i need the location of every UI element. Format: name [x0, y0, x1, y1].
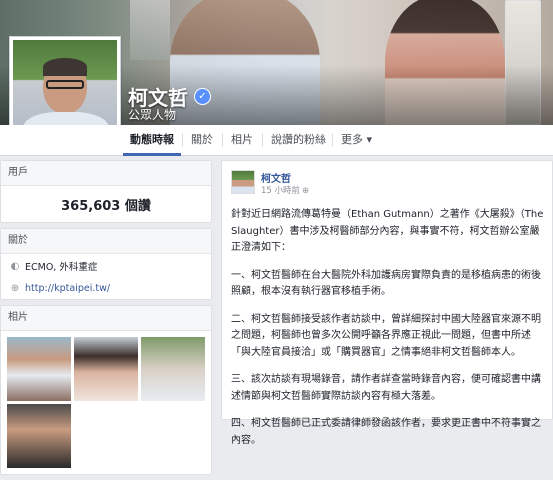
- photos-card-header[interactable]: 相片: [1, 306, 211, 331]
- post-timestamp[interactable]: 15 小時前 ⊕: [261, 184, 309, 196]
- about-card: 關於 ◐ ECMO, 外科重症 ⊕ http://kptaipei.tw/: [0, 228, 212, 300]
- about-row-website: ⊕ http://kptaipei.tw/: [1, 278, 211, 299]
- photo-thumbnail[interactable]: [141, 337, 205, 401]
- likes-count[interactable]: 365,603 個讚: [1, 186, 211, 222]
- tab-photos[interactable]: 相片: [224, 125, 260, 155]
- page-category: 公眾人物: [128, 108, 177, 122]
- post-paragraph: 四、柯文哲醫師已正式委請律師發函該作者，要求更正書中不符事實之內容。: [231, 418, 541, 446]
- tab-likes[interactable]: 說讚的粉絲: [264, 125, 333, 155]
- photo-thumbnail[interactable]: [74, 337, 138, 401]
- post-paragraph: 三、該次訪談有現場錄音，請作者詳查當時錄音內容，便可確認書中講述情節與柯文哲醫師…: [231, 374, 541, 402]
- info-icon: ◐: [10, 260, 20, 272]
- tab-about[interactable]: 關於: [184, 125, 220, 155]
- photo-thumbnail[interactable]: [7, 337, 71, 401]
- tab-more[interactable]: 更多 ▾: [334, 125, 379, 155]
- avatar-hair: [43, 58, 87, 76]
- likes-card-header[interactable]: 用戶: [1, 161, 211, 186]
- post-time-text[interactable]: 15 小時前: [261, 186, 300, 196]
- about-ecmo-text: ECMO, 外科重症: [25, 262, 98, 273]
- tab-divider: [222, 133, 223, 147]
- cover-banner: [130, 0, 170, 60]
- post-paragraph: 一、柯文哲醫師在台大醫院外科加護病房實際負責的是移植病患的術後照顧，根本沒有執行…: [231, 269, 541, 298]
- tab-timeline[interactable]: 動態時報: [123, 125, 181, 156]
- avatar-glasses: [46, 80, 84, 89]
- post-body: 針對近日網路流傳葛特曼（Ethan Gutmann）之著作《大屠殺》（The S…: [231, 207, 549, 460]
- verified-badge-icon: ✓: [194, 88, 211, 105]
- tab-divider: [262, 133, 263, 147]
- photo-grid: [1, 331, 211, 474]
- post-author-name[interactable]: 柯文哲: [261, 170, 291, 185]
- page-tab-bar: 動態時報 關於 相片 說讚的粉絲 更多 ▾: [0, 125, 553, 156]
- about-row-ecmo: ◐ ECMO, 外科重症: [1, 254, 211, 278]
- tab-divider: [182, 133, 183, 147]
- left-column: 用戶 365,603 個讚 關於 ◐ ECMO, 外科重症 ⊕ http://k…: [0, 160, 212, 480]
- audience-globe-icon: ⊕: [302, 186, 310, 196]
- post-paragraph: 針對近日網路流傳葛特曼（Ethan Gutmann）之著作《大屠殺》（The S…: [231, 209, 544, 253]
- likes-card: 用戶 365,603 個讚: [0, 160, 212, 223]
- about-card-header[interactable]: 關於: [1, 229, 211, 254]
- photo-thumbnail[interactable]: [7, 404, 71, 468]
- photos-card: 相片: [0, 305, 212, 475]
- website-link[interactable]: http://kptaipei.tw/: [25, 283, 110, 294]
- post-author-avatar[interactable]: [231, 170, 255, 194]
- globe-icon: ⊕: [10, 283, 20, 294]
- tab-divider: [332, 133, 333, 147]
- timeline-post: 柯文哲 15 小時前 ⊕ 針對近日網路流傳葛特曼（Ethan Gutmann）之著…: [221, 160, 553, 446]
- post-paragraph: 二、柯文哲醫師接受該作者訪談中，曾詳細探討中國大陸器官來源不明之問題，柯醫師也曾…: [231, 313, 541, 358]
